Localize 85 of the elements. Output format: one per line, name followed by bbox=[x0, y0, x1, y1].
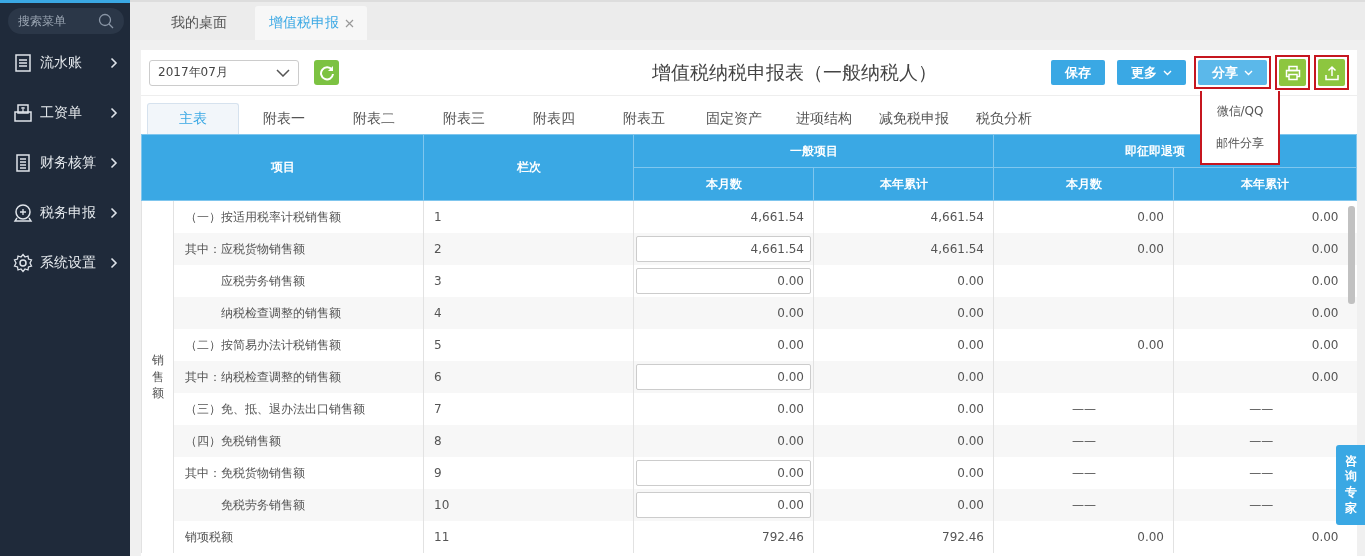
ledger-icon bbox=[13, 53, 33, 73]
column-header: 本月数 bbox=[993, 167, 1174, 201]
table-cell: 0.00 bbox=[813, 297, 994, 329]
table-cell: 0.00 bbox=[633, 425, 814, 457]
payroll-icon bbox=[13, 103, 33, 123]
sheet-tab[interactable]: 附表二 bbox=[329, 104, 419, 134]
input-field[interactable]: 0.00 bbox=[636, 364, 811, 390]
sidebar-item[interactable]: 系统设置 bbox=[0, 238, 130, 288]
table-cell: 10 bbox=[423, 489, 634, 521]
sheet-tab[interactable]: 固定资产 bbox=[689, 104, 779, 134]
caret-icon bbox=[1244, 69, 1253, 76]
table-cell: 其中：纳税检查调整的销售额 bbox=[173, 361, 424, 393]
table-cell: 2 bbox=[423, 233, 634, 265]
sheet-tab[interactable]: 减免税申报 bbox=[869, 104, 959, 134]
table-cell: 0.00 bbox=[813, 361, 994, 393]
table-cell: 免税劳务销售额 bbox=[173, 489, 424, 521]
table-cell: 销项税额 bbox=[173, 521, 424, 553]
chevron-icon bbox=[110, 57, 118, 69]
table-cell: 8 bbox=[423, 425, 634, 457]
chevron-icon bbox=[110, 157, 118, 169]
table-cell: 其中：应税货物销售额 bbox=[173, 233, 424, 265]
input-field[interactable]: 0.00 bbox=[636, 268, 811, 294]
sheet-tab[interactable]: 附表四 bbox=[509, 104, 599, 134]
scrollbar[interactable] bbox=[1348, 206, 1355, 304]
table-cell: 0.00 bbox=[633, 297, 814, 329]
row-group-cell: 销售额 bbox=[141, 200, 174, 553]
sidebar-item-label: 流水账 bbox=[40, 54, 83, 72]
table-cell: 4 bbox=[423, 297, 634, 329]
document-icon bbox=[13, 153, 33, 173]
sheet-tab[interactable]: 税负分析 bbox=[959, 104, 1049, 134]
table-cell: 792.46 bbox=[813, 521, 994, 553]
table-cell: 0.00 bbox=[993, 233, 1174, 265]
refresh-icon bbox=[318, 64, 335, 81]
column-header: 本月数 bbox=[633, 167, 814, 201]
table-cell: 纳税检查调整的销售额 bbox=[173, 297, 424, 329]
table-cell: 6 bbox=[423, 361, 634, 393]
column-header: 栏次 bbox=[423, 134, 634, 201]
sheet-tab[interactable]: 附表五 bbox=[599, 104, 689, 134]
table-cell: 0.00 bbox=[1173, 297, 1357, 329]
sidebar-item-label: 系统设置 bbox=[40, 254, 97, 272]
table-cell: 792.46 bbox=[633, 521, 814, 553]
print-icon bbox=[1284, 64, 1301, 81]
table-cell: 0.00 bbox=[1173, 361, 1357, 393]
table-cell: 0.00 bbox=[813, 425, 994, 457]
sidebar-item-label: 财务核算 bbox=[40, 154, 97, 172]
close-icon[interactable] bbox=[344, 18, 354, 28]
table-cell: 0.00 bbox=[813, 489, 994, 521]
sidebar-item[interactable]: 工资单 bbox=[0, 88, 130, 138]
upload-icon bbox=[1323, 64, 1340, 81]
input-field[interactable]: 0.00 bbox=[636, 460, 811, 486]
refresh-button[interactable] bbox=[314, 60, 339, 85]
sheet-tab[interactable]: 附表一 bbox=[239, 104, 329, 134]
sidebar-item[interactable]: 税务申报 bbox=[0, 188, 130, 238]
table-cell: 11 bbox=[423, 521, 634, 553]
chevron-icon bbox=[110, 257, 118, 269]
sheet-tab[interactable]: 进项结构 bbox=[779, 104, 869, 134]
input-field[interactable]: 4,661.54 bbox=[636, 236, 811, 262]
table-cell: —— bbox=[993, 489, 1174, 521]
input-field[interactable]: 0.00 bbox=[636, 492, 811, 518]
search-field[interactable]: 搜索菜单 bbox=[8, 8, 124, 34]
table-cell: 0.00 bbox=[1173, 233, 1357, 265]
sidebar-item-label: 工资单 bbox=[40, 104, 83, 122]
form-title: 增值税纳税申报表（一般纳税人） bbox=[651, 59, 938, 85]
table-cell: （四）免税销售额 bbox=[173, 425, 424, 457]
search-icon bbox=[98, 13, 114, 29]
chevron-icon bbox=[110, 107, 118, 119]
table-cell: 4,661.54 bbox=[813, 233, 994, 265]
table-cell: —— bbox=[993, 425, 1174, 457]
column-group-header: 一般项目 bbox=[633, 134, 994, 168]
sidebar-item[interactable]: 财务核算 bbox=[0, 138, 130, 188]
chevron-icon bbox=[110, 207, 118, 219]
caret-icon bbox=[1163, 69, 1172, 76]
period-select[interactable]: 2017年07月 bbox=[149, 59, 299, 86]
sheet-tab[interactable]: 附表三 bbox=[419, 104, 509, 134]
page-tab[interactable]: 我的桌面 bbox=[143, 6, 255, 40]
settings-icon bbox=[13, 253, 33, 273]
table-cell: 0.00 bbox=[993, 521, 1174, 553]
menu-item[interactable]: 微信/QQ bbox=[1202, 95, 1278, 127]
sidebar-item[interactable]: 流水账 bbox=[0, 38, 130, 88]
sidebar-item-label: 税务申报 bbox=[40, 204, 97, 222]
column-header: 项目 bbox=[141, 134, 424, 201]
column-header: 本年累计 bbox=[1173, 167, 1357, 201]
tax-icon bbox=[13, 203, 33, 223]
column-header: 本年累计 bbox=[813, 167, 994, 201]
search-input[interactable]: 搜索菜单 bbox=[16, 13, 98, 29]
